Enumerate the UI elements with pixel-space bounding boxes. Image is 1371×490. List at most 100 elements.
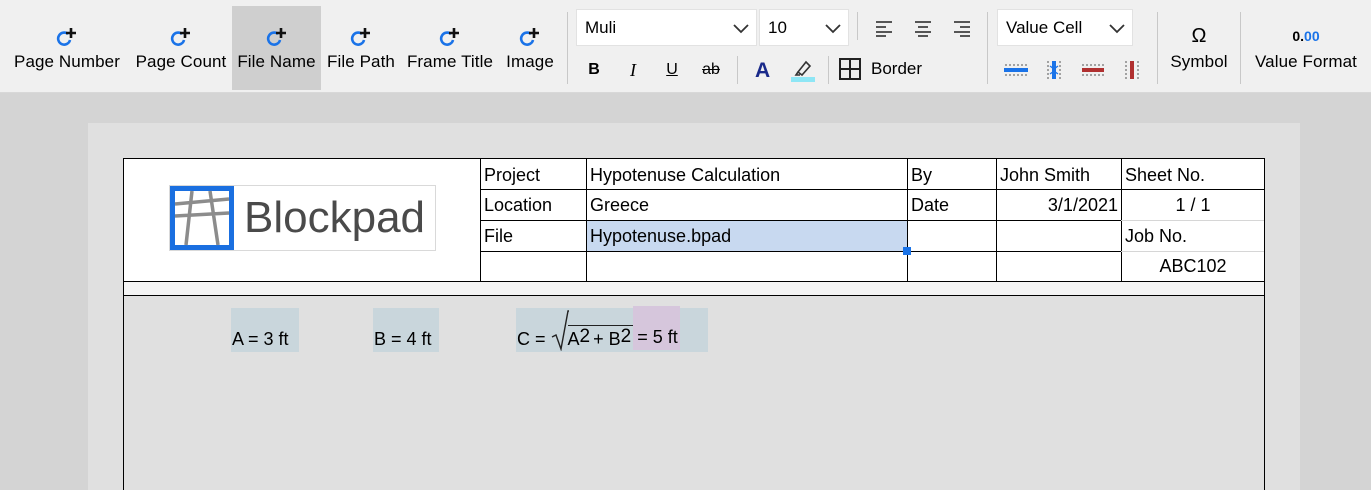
font-color-button[interactable]: A	[751, 56, 777, 84]
frame-title-button[interactable]: Frame Title	[401, 6, 499, 90]
equation-c-var-a: A	[567, 329, 580, 349]
delete-column-button[interactable]	[1120, 58, 1144, 82]
delete-column-icon	[1125, 61, 1139, 79]
strikethrough-button[interactable]: ab	[697, 57, 725, 83]
underline-button[interactable]: U	[659, 57, 685, 83]
align-right-button[interactable]	[949, 16, 975, 40]
border-label: Border	[871, 59, 923, 78]
location-label: Location	[484, 194, 553, 215]
page-count-label: Page Count	[135, 52, 227, 71]
project-label: Project	[484, 164, 541, 185]
value-format-label: Value Format	[1255, 52, 1357, 71]
equation-a[interactable]: A = 3 ft	[231, 308, 299, 352]
image-button[interactable]: Image	[500, 6, 560, 90]
insert-row-button[interactable]	[1002, 58, 1030, 82]
page-number-label: Page Number	[14, 52, 120, 71]
insert-row-icon	[1004, 64, 1028, 76]
border-button[interactable]: Border	[838, 56, 922, 82]
omega-icon: Ω	[1191, 25, 1207, 47]
align-left-button[interactable]	[871, 16, 897, 40]
equation-c-lhs: C =	[517, 329, 546, 349]
equation-c-result: = 5 ft	[633, 306, 680, 350]
file-value-cell[interactable]: Hypotenuse.bpad	[587, 221, 907, 251]
equation-c-plus-b: + B	[593, 329, 621, 349]
by-value-cell[interactable]: John Smith	[997, 160, 1121, 190]
chevron-down-icon	[733, 23, 749, 33]
svg-text:A: A	[755, 59, 770, 82]
add-field-icon	[266, 28, 286, 46]
add-field-icon	[350, 28, 370, 46]
job-no-label: Job No.	[1125, 225, 1188, 246]
exponent: 2	[620, 326, 632, 347]
equation-c[interactable]: C = A2 + B2 = 5 ft	[516, 306, 708, 352]
company-logo: Blockpad	[169, 185, 436, 251]
add-field-icon	[170, 28, 190, 46]
file-name-label: File Name	[237, 52, 316, 71]
toolbar-divider	[828, 56, 829, 84]
font-size-dropdown[interactable]: 10	[759, 9, 849, 46]
selection-resize-handle[interactable]	[903, 247, 911, 255]
toolbar-divider	[987, 12, 988, 84]
add-field-icon	[519, 28, 539, 46]
toolbar-divider	[857, 12, 858, 40]
cell-type-dropdown[interactable]: Value Cell	[997, 9, 1133, 46]
file-name-button[interactable]: File Name	[232, 6, 321, 90]
toolbar-divider	[567, 12, 568, 84]
value-format-icon-integer: 0.	[1292, 28, 1305, 44]
empty-cell[interactable]	[908, 221, 996, 251]
symbol-button[interactable]: Ω Symbol	[1164, 6, 1234, 90]
add-field-icon	[56, 28, 76, 46]
empty-cell[interactable]	[481, 252, 586, 281]
empty-cell[interactable]	[908, 252, 996, 281]
chevron-down-icon	[825, 23, 841, 33]
sheet-no-label: Sheet No.	[1125, 164, 1206, 185]
by-label: By	[911, 164, 933, 185]
highlight-color-button[interactable]	[788, 56, 818, 84]
empty-cell[interactable]	[997, 252, 1121, 281]
font-family-dropdown[interactable]: Muli	[576, 9, 757, 46]
exponent: 2	[579, 326, 591, 347]
align-left-icon	[876, 21, 892, 37]
file-label: File	[484, 225, 514, 246]
job-no-value-cell[interactable]: ABC102	[1122, 252, 1264, 281]
equation-a-text: A = 3 ft	[232, 329, 289, 349]
square-root-icon	[551, 310, 569, 351]
toolbar-divider	[1240, 12, 1241, 84]
bold-button[interactable]: B	[581, 57, 607, 83]
font-family-value: Muli	[585, 17, 617, 37]
align-center-icon	[915, 21, 931, 37]
title-block: Blockpad Project Hypotenuse Calculation …	[124, 159, 1264, 282]
page-number-button[interactable]: Page Number	[7, 6, 127, 90]
underline-icon: U	[666, 61, 678, 78]
value-format-button[interactable]: 0.00 Value Format	[1245, 6, 1367, 90]
logo-wordmark: Blockpad	[244, 193, 426, 242]
value-format-icon: 0.00	[1292, 28, 1319, 49]
value-format-icon-decimals: 00	[1304, 28, 1320, 44]
chevron-down-icon	[1109, 23, 1125, 33]
empty-cell[interactable]	[587, 252, 907, 281]
align-center-button[interactable]	[910, 16, 936, 40]
equation-b[interactable]: B = 4 ft	[373, 308, 439, 352]
location-value-cell[interactable]: Greece	[587, 190, 907, 220]
project-value-cell[interactable]: Hypotenuse Calculation	[587, 160, 907, 190]
align-right-icon	[954, 21, 970, 37]
empty-cell[interactable]	[997, 221, 1121, 251]
equation-b-text: B = 4 ft	[374, 329, 432, 349]
italic-icon: I	[630, 59, 636, 80]
add-field-icon	[439, 28, 459, 46]
date-value-cell[interactable]: 3/1/2021	[997, 190, 1121, 220]
insert-column-icon	[1047, 61, 1061, 79]
page-count-button[interactable]: Page Count	[129, 6, 233, 90]
file-path-label: File Path	[327, 52, 395, 71]
font-color-icon: A	[755, 59, 770, 82]
file-path-button[interactable]: File Path	[322, 6, 400, 90]
radicand: A2 + B2	[567, 325, 634, 350]
date-label: Date	[911, 194, 950, 215]
font-size-value: 10	[768, 17, 787, 37]
blockpad-logo-icon	[170, 186, 234, 250]
delete-row-button[interactable]	[1079, 58, 1107, 82]
insert-column-button[interactable]	[1042, 58, 1066, 82]
sheet-no-value-cell[interactable]: 1 / 1	[1122, 190, 1264, 220]
frame-title-label: Frame Title	[406, 52, 494, 71]
italic-button[interactable]: I	[620, 57, 646, 83]
